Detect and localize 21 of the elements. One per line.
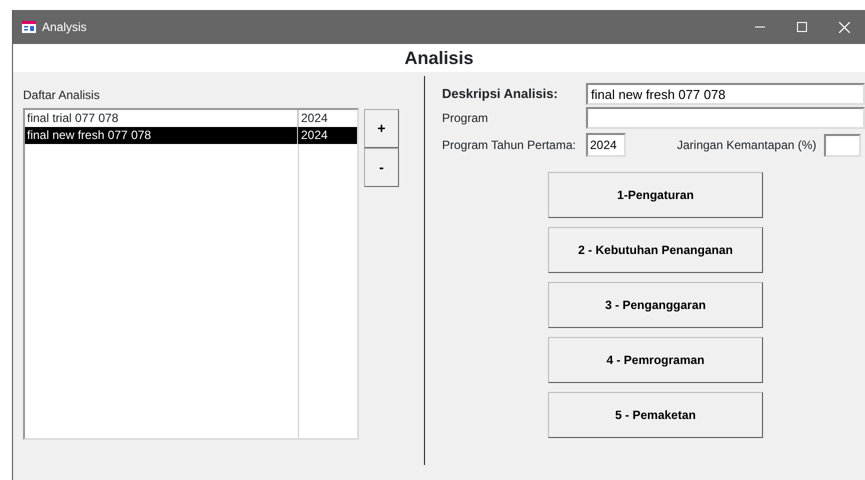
field-label: Program bbox=[442, 110, 490, 127]
program-field[interactable] bbox=[586, 107, 865, 129]
first-year-field[interactable]: 2024 bbox=[586, 133, 626, 157]
description-field[interactable]: final new fresh 077 078 bbox=[586, 83, 865, 105]
form-icon bbox=[22, 21, 36, 33]
step-button[interactable]: 3 - Penganggaran bbox=[548, 282, 763, 328]
add-button[interactable]: + bbox=[364, 109, 399, 148]
step-button[interactable]: 5 - Pemaketan bbox=[548, 392, 763, 438]
step-button[interactable]: 4 - Pemrograman bbox=[548, 337, 763, 383]
analysis-list[interactable]: final trial 077 078 2024 final new fresh 077 078 2024 bbox=[23, 108, 359, 440]
step-button[interactable]: 2 - Kebutuhan Penanganan bbox=[548, 227, 763, 273]
remove-button[interactable]: - bbox=[364, 148, 399, 187]
stability-field[interactable] bbox=[824, 134, 862, 156]
step-button[interactable]: 1-Pengaturan bbox=[548, 172, 763, 218]
list-row[interactable]: final new fresh 077 078 2024 bbox=[25, 127, 357, 144]
field-label: Deskripsi Analisis: bbox=[442, 85, 559, 104]
field-label: Jaringan Kemantapan (%) bbox=[677, 137, 816, 154]
field-label: Program Tahun Pertama: bbox=[442, 137, 577, 154]
form-title: Analisis bbox=[404, 46, 474, 70]
list-label: Daftar Analisis bbox=[23, 87, 101, 104]
window-title: Analysis bbox=[42, 19, 87, 36]
